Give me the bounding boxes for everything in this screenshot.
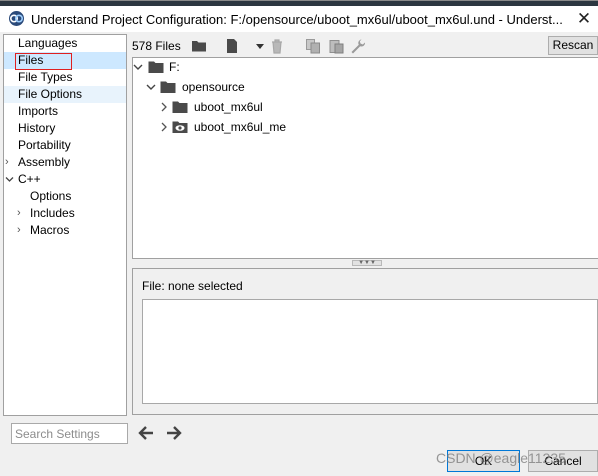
folder-icon	[172, 101, 188, 113]
sidebar-item-history[interactable]: History	[4, 120, 126, 137]
file-tree: F: opensource uboot_mx6ul uboot_mx6ul_me	[132, 57, 598, 259]
understand-app-icon	[9, 11, 24, 26]
paste-icon[interactable]	[328, 38, 344, 54]
tree-node-label: opensource	[182, 80, 245, 94]
sidebar-item-cpp[interactable]: C++	[4, 171, 126, 188]
folder-icon	[160, 81, 176, 93]
tree-node-label: uboot_mx6ul_me	[194, 120, 287, 134]
sidebar-item-label: File Types	[18, 70, 73, 84]
file-icon[interactable]	[224, 38, 240, 54]
sidebar-item-portability[interactable]: Portability	[4, 137, 126, 154]
chevron-right-icon[interactable]	[159, 102, 169, 112]
chevron-down-icon[interactable]	[5, 175, 14, 184]
sidebar-item-label: Imports	[18, 104, 59, 118]
sidebar-item-label: Options	[30, 189, 72, 203]
sidebar-item-cpp-includes[interactable]: › Includes	[4, 205, 126, 222]
window-title: Understand Project Configuration: F:/ope…	[31, 12, 563, 27]
files-toolbar: 578 Files Rescan	[131, 35, 598, 57]
project-configuration-window: Understand Project Configuration: F:/ope…	[0, 0, 598, 476]
chevron-right-icon[interactable]: ›	[17, 222, 21, 239]
wrench-icon[interactable]	[350, 38, 366, 54]
back-arrow-icon[interactable]	[136, 424, 156, 442]
sidebar-item-imports[interactable]: Imports	[4, 103, 126, 120]
close-icon[interactable]: ✕	[570, 6, 598, 32]
sidebar-item-label: Languages	[18, 36, 78, 50]
title-bar: Understand Project Configuration: F:/ope…	[0, 6, 598, 32]
sidebar-item-cpp-macros[interactable]: › Macros	[4, 222, 126, 239]
copy-icon[interactable]	[305, 38, 321, 54]
chevron-right-icon[interactable]: ›	[17, 205, 21, 222]
folder-icon	[148, 61, 164, 73]
folder-icon[interactable]	[191, 38, 207, 54]
tree-node-label: uboot_mx6ul	[194, 100, 263, 114]
settings-sidebar: Languages Files File Types File Options …	[3, 34, 127, 416]
file-status-text: File: none selected	[142, 279, 243, 293]
sidebar-item-label: Portability	[18, 138, 71, 152]
cancel-button[interactable]: Cancel	[528, 450, 598, 472]
sidebar-item-file-options[interactable]: File Options	[4, 86, 126, 103]
chevron-down-icon[interactable]	[133, 62, 143, 72]
rescan-button[interactable]: Rescan	[548, 36, 598, 55]
chevron-right-icon[interactable]	[159, 122, 169, 132]
sidebar-item-cpp-options[interactable]: Options	[4, 188, 126, 205]
file-detail-box[interactable]	[142, 299, 598, 404]
sidebar-item-label: Includes	[30, 206, 75, 220]
sidebar-item-languages[interactable]: Languages	[4, 35, 126, 52]
ok-button[interactable]: OK	[447, 450, 520, 472]
forward-arrow-icon[interactable]	[164, 424, 184, 442]
splitter-grip-icon[interactable]: ▼▼▼	[352, 260, 382, 266]
file-detail-panel: File: none selected	[132, 268, 598, 415]
sidebar-item-assembly[interactable]: › Assembly	[4, 154, 126, 171]
chevron-right-icon[interactable]: ›	[5, 154, 9, 171]
tree-node-label: F:	[169, 60, 180, 74]
sidebar-item-label: Assembly	[18, 155, 71, 169]
watched-folder-icon	[172, 121, 188, 133]
chevron-down-icon[interactable]	[146, 82, 156, 92]
sidebar-item-label: C++	[18, 172, 41, 186]
sidebar-item-label: Macros	[30, 223, 70, 237]
search-settings-input[interactable]	[11, 423, 128, 444]
sidebar-item-file-types[interactable]: File Types	[4, 69, 126, 86]
dropdown-arrow-icon[interactable]	[252, 38, 268, 54]
files-count: 578 Files	[132, 39, 181, 53]
sidebar-item-label: History	[18, 121, 56, 135]
sidebar-item-label: File Options	[18, 87, 83, 101]
trash-icon[interactable]	[269, 38, 285, 54]
files-highlight-box	[15, 53, 72, 70]
panel-splitter[interactable]: ▼▼▼	[132, 259, 598, 268]
